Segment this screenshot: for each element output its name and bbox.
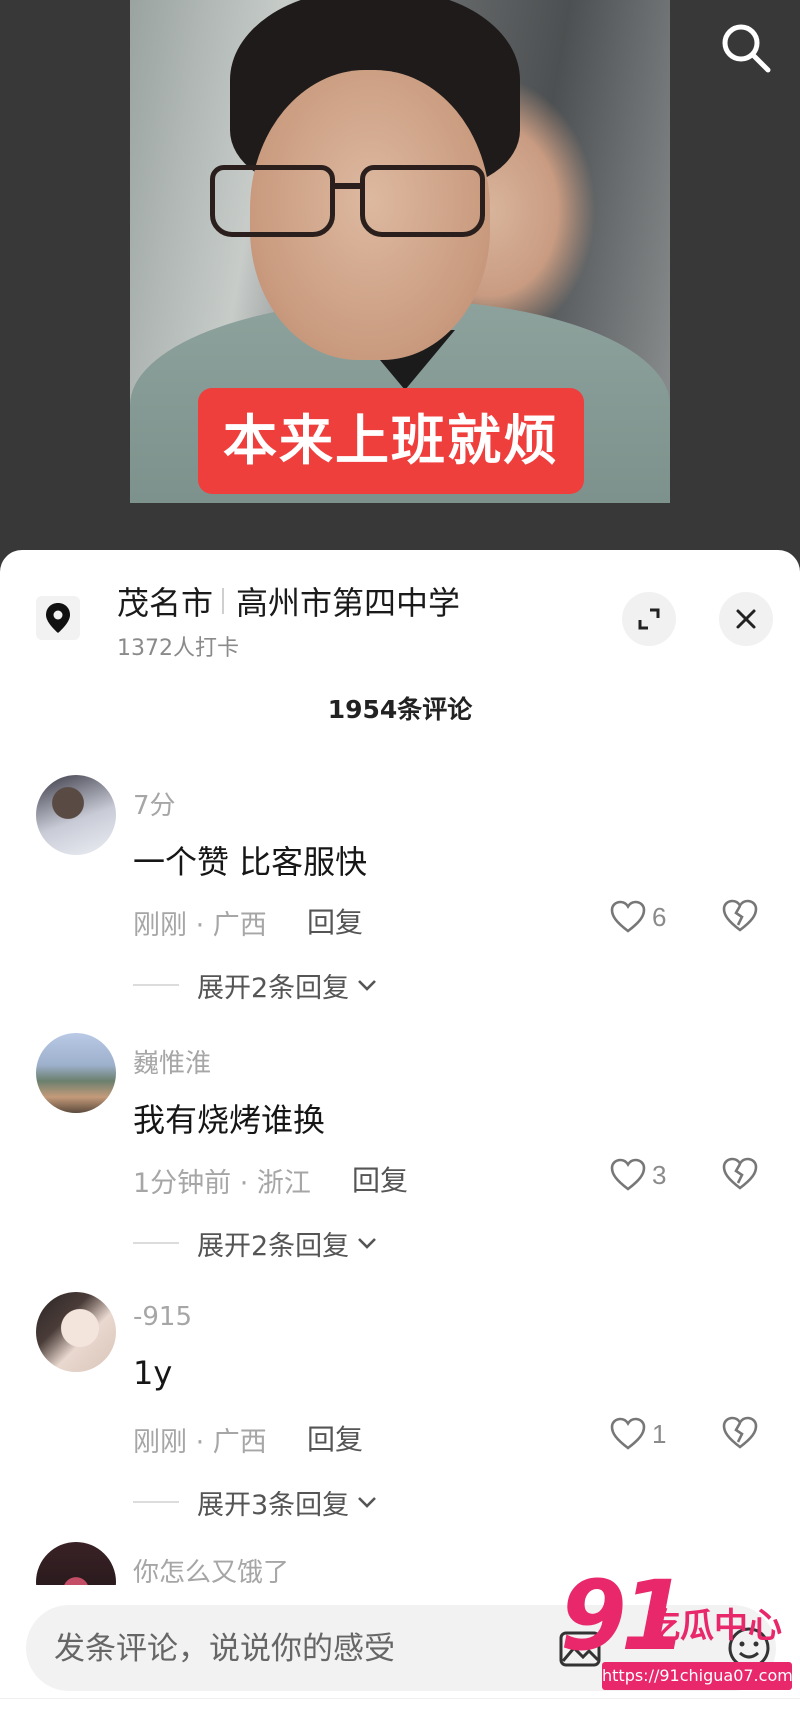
location-divider <box>222 588 224 614</box>
expand-replies-button[interactable]: 展开2条回复 <box>133 1223 379 1263</box>
location-header[interactable]: 茂名市 高州市第四中学 1372人打卡 <box>0 550 800 661</box>
heart-icon <box>610 1417 646 1450</box>
like-count: 6 <box>652 901 667 932</box>
comment-item: 巍惟淮 我有烧烤谁换 1分钟前 · 浙江 回复 3 展开2条回复 <box>0 1033 800 1283</box>
comment-username[interactable]: 7分 <box>133 785 176 822</box>
heart-icon <box>610 1158 646 1191</box>
like-button[interactable]: 3 <box>610 1155 666 1195</box>
comment-count: 1954条评论 <box>327 695 473 724</box>
location-place: 高州市第四中学 <box>236 584 461 622</box>
chevron-down-icon <box>358 1497 377 1508</box>
comment-sheet: 茂名市 高州市第四中学 1372人打卡 1954条评论 7分 一个赞 比客服快 … <box>0 550 800 1712</box>
divider-line <box>133 1501 179 1503</box>
broken-heart-icon <box>722 1416 758 1449</box>
comment-meta: 1分钟前 · 浙江 <box>133 1168 311 1199</box>
divider-line <box>133 984 179 986</box>
comment-text: 一个赞 比客服快 <box>133 843 368 881</box>
heart-icon <box>610 900 646 933</box>
divider-line <box>133 1242 179 1244</box>
comment-username[interactable]: 你怎么又饿了 <box>133 1552 289 1589</box>
comment-item: -915 1y 刚刚 · 广西 回复 1 展开3条回复 <box>0 1292 800 1542</box>
like-count: 3 <box>652 1159 667 1190</box>
reply-button[interactable]: 回复 <box>352 1159 408 1199</box>
avatar[interactable] <box>36 775 116 855</box>
watermark-name: 吃瓜中心 <box>646 1606 782 1646</box>
chevron-down-icon <box>358 1238 377 1249</box>
comment-text: 1y <box>133 1354 173 1392</box>
comment-text: 我有烧烤谁换 <box>133 1101 326 1139</box>
watermark-logo: 91 吃瓜中心 https://91chigua07.com <box>560 1560 796 1710</box>
expand-button[interactable] <box>622 592 676 646</box>
expand-icon <box>638 608 660 630</box>
location-pin-icon <box>36 596 80 640</box>
comment-username[interactable]: -915 <box>133 1302 192 1332</box>
reply-button[interactable]: 回复 <box>307 1418 363 1458</box>
close-button[interactable] <box>719 592 773 646</box>
avatar[interactable] <box>36 1292 116 1372</box>
dislike-button[interactable] <box>720 897 760 937</box>
search-button[interactable] <box>718 20 774 76</box>
like-button[interactable]: 6 <box>610 897 666 937</box>
like-button[interactable]: 1 <box>610 1414 666 1454</box>
expand-replies-label: 展开2条回复 <box>197 972 350 1004</box>
broken-heart-icon <box>722 899 758 932</box>
video-player[interactable]: 本来上班就烦 <box>0 0 800 560</box>
comment-meta: 刚刚 · 广西 <box>133 1427 267 1458</box>
comment-username[interactable]: 巍惟淮 <box>133 1043 211 1080</box>
chevron-down-icon <box>358 980 377 991</box>
expand-replies-button[interactable]: 展开3条回复 <box>133 1482 379 1522</box>
dislike-button[interactable] <box>720 1155 760 1195</box>
expand-replies-button[interactable]: 展开2条回复 <box>133 965 379 1005</box>
reply-button[interactable]: 回复 <box>307 901 363 941</box>
search-icon <box>722 24 771 73</box>
video-caption: 本来上班就烦 <box>198 388 584 494</box>
location-checkins: 1372人打卡 <box>117 636 239 661</box>
like-count: 1 <box>652 1418 667 1449</box>
video-person-glasses <box>210 165 510 237</box>
watermark-url: https://91chigua07.com <box>602 1662 793 1690</box>
location-city: 茂名市 <box>117 584 214 622</box>
comment-input[interactable] <box>52 1623 536 1675</box>
close-icon <box>736 609 756 629</box>
expand-replies-label: 展开3条回复 <box>197 1489 350 1521</box>
comment-item: 7分 一个赞 比客服快 刚刚 · 广西 回复 6 展开2条回复 <box>0 775 800 1025</box>
broken-heart-icon <box>722 1157 758 1190</box>
avatar[interactable] <box>36 1033 116 1113</box>
dislike-button[interactable] <box>720 1414 760 1454</box>
expand-replies-label: 展开2条回复 <box>197 1230 350 1262</box>
comment-meta: 刚刚 · 广西 <box>133 910 267 941</box>
